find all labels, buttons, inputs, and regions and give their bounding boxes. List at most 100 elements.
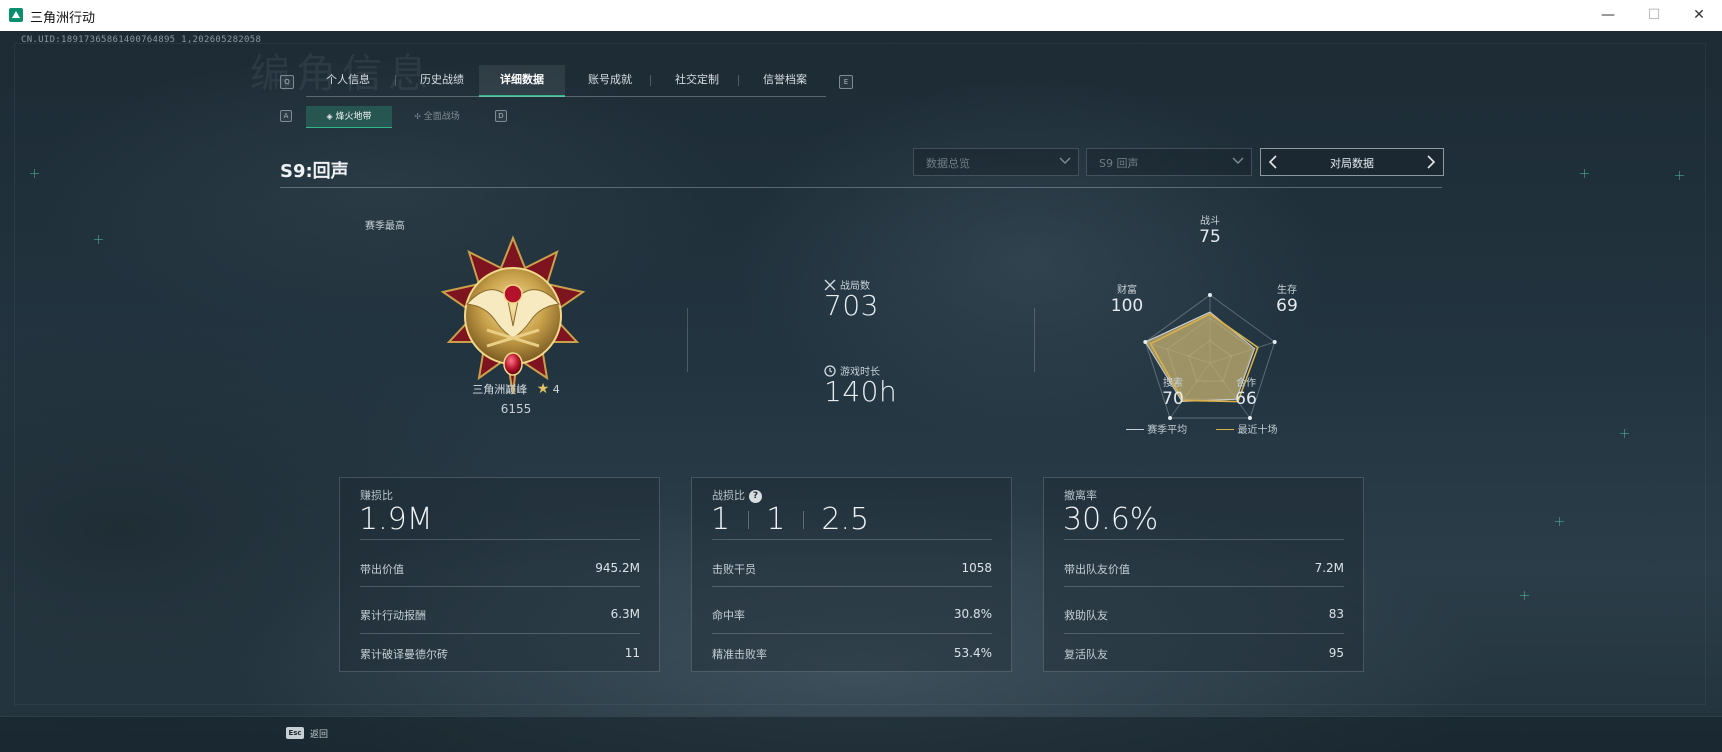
rank-name: 三角洲巅峰 bbox=[472, 383, 528, 396]
data-scope-dropdown[interactable]: 数据总览 bbox=[913, 148, 1079, 176]
row-value: 1058 bbox=[961, 561, 992, 575]
subtab-flame-zone[interactable]: ◈ 烽火地带 bbox=[306, 106, 392, 128]
tab-match-history[interactable]: 历史战绩 bbox=[400, 65, 484, 95]
card-divider bbox=[360, 633, 640, 634]
close-button[interactable]: ✕ bbox=[1676, 0, 1722, 31]
radar-axis-value: 75 bbox=[1199, 227, 1221, 247]
dropdown-value: 数据总览 bbox=[926, 157, 970, 170]
card-divider bbox=[360, 586, 640, 587]
card-label: 战损比 bbox=[712, 489, 745, 502]
tab-personal-info[interactable]: 个人信息 bbox=[306, 65, 390, 95]
header-divider bbox=[280, 187, 1442, 188]
legend-season-swatch bbox=[1126, 429, 1144, 430]
card-value: 30.6% bbox=[1063, 502, 1159, 537]
chevron-down-icon bbox=[1232, 157, 1244, 164]
card-divider bbox=[360, 539, 640, 540]
radar-axis-cooperation: 合作 66 bbox=[1226, 374, 1266, 409]
match-data-switcher: 对局数据 bbox=[1260, 148, 1444, 176]
footer-bar: Esc 返回 bbox=[0, 716, 1722, 752]
radar-axis-wealth: 财富 100 bbox=[1107, 281, 1147, 316]
radar-vertex-dot bbox=[1247, 416, 1252, 421]
row-value: 30.8% bbox=[953, 607, 992, 621]
key-hint-d: D bbox=[495, 110, 507, 122]
row-value: 53.4% bbox=[953, 646, 992, 660]
minimize-button[interactable]: — bbox=[1585, 0, 1631, 31]
radar-axis-value: 66 bbox=[1235, 389, 1257, 409]
row-label: 复活队友 bbox=[1064, 648, 1108, 661]
rank-info: 三角洲巅峰 ★ 4 bbox=[454, 381, 578, 397]
row-label: 带出队友价值 bbox=[1064, 563, 1130, 576]
card-value: 1.9M bbox=[359, 502, 433, 537]
radar-axis-label: 财富 bbox=[1117, 285, 1137, 296]
kd-value: 2.5 bbox=[821, 502, 870, 537]
divider bbox=[1034, 308, 1035, 372]
row-value: 945.2M bbox=[595, 561, 640, 575]
season-title: S9:回声 bbox=[280, 161, 349, 182]
radar-axis-label: 战斗 bbox=[1200, 216, 1220, 227]
crosshair-icon bbox=[1580, 169, 1589, 178]
row-label: 带出价值 bbox=[360, 563, 404, 576]
app-logo-icon bbox=[9, 8, 23, 22]
row-label: 救助队友 bbox=[1064, 609, 1108, 622]
radar-legend: 赛季平均 最近十场 bbox=[1126, 421, 1278, 436]
kd-values: 1 1 2.5 bbox=[711, 502, 869, 537]
game-window: 三角洲行动 — ☐ ✕ CN.UID:18917365861400764895 … bbox=[0, 0, 1722, 752]
tab-reputation[interactable]: 信誉档案 bbox=[742, 65, 828, 95]
row-value: 6.3M bbox=[610, 607, 640, 621]
esc-key-hint[interactable]: Esc bbox=[286, 727, 304, 739]
subtab-battlefield[interactable]: ✢ 全面战场 bbox=[394, 106, 480, 127]
row-label: 击败干员 bbox=[712, 563, 756, 576]
row-value: 7.2M bbox=[1314, 561, 1344, 575]
row-label: 命中率 bbox=[712, 609, 745, 622]
tab-detailed-data[interactable]: 详细数据 bbox=[479, 65, 565, 97]
divider bbox=[687, 308, 688, 372]
row-label: 精准击败率 bbox=[712, 648, 767, 661]
star-icon: ★ bbox=[536, 381, 550, 397]
row-value: 95 bbox=[1328, 646, 1344, 660]
tab-underline bbox=[306, 96, 826, 97]
radar-axis-value: 100 bbox=[1110, 296, 1144, 316]
subtab-label: 全面战场 bbox=[423, 112, 460, 122]
tab-achievements[interactable]: 账号成就 bbox=[567, 65, 653, 95]
tab-divider bbox=[650, 75, 651, 86]
tab-divider bbox=[395, 75, 396, 86]
radar-axis-label: 合作 bbox=[1236, 378, 1256, 389]
radar-vertex-dot bbox=[1272, 339, 1277, 344]
back-button[interactable]: 返回 bbox=[310, 727, 328, 740]
card-divider bbox=[1064, 539, 1344, 540]
maximize-button[interactable]: ☐ bbox=[1631, 0, 1677, 31]
user-uid: CN.UID:18917365861400764895 1,2026052820… bbox=[21, 35, 262, 45]
chevron-right-icon[interactable] bbox=[1424, 154, 1438, 170]
kd-value: 1 bbox=[766, 502, 786, 537]
row-label: 累计行动报酬 bbox=[360, 609, 426, 622]
key-hint-a: A bbox=[280, 110, 292, 122]
subtab-label: 烽火地带 bbox=[335, 112, 372, 122]
legend-recent-label: 最近十场 bbox=[1237, 425, 1278, 436]
radar-axis-value: 69 bbox=[1276, 296, 1298, 316]
crosshair-icon bbox=[1555, 517, 1564, 526]
rank-medal-icon bbox=[440, 235, 586, 395]
tab-social-custom[interactable]: 社交定制 bbox=[654, 65, 740, 95]
rank-caption: 赛季最高 bbox=[365, 221, 405, 232]
card-divider bbox=[712, 586, 992, 587]
window-title: 三角洲行动 bbox=[30, 11, 96, 26]
kd-value: 1 bbox=[711, 502, 731, 537]
radar-vertex-dot bbox=[1168, 416, 1173, 421]
crosshair-icon bbox=[1675, 171, 1684, 180]
row-label: 累计破译曼德尔砖 bbox=[360, 648, 448, 661]
rank-score: 6155 bbox=[500, 402, 532, 416]
crosshair-icon bbox=[94, 235, 103, 244]
tab-divider bbox=[738, 75, 739, 86]
rank-stars: 4 bbox=[552, 383, 560, 396]
stat-card-profit: 赚损比 1.9M 带出价值 945.2M 累计行动报酬 6.3M 累计破译曼德尔… bbox=[339, 477, 660, 672]
row-value: 11 bbox=[624, 646, 640, 660]
radar-axis-search: 搜索 70 bbox=[1153, 374, 1193, 409]
battlefield-mode-icon: ✢ bbox=[414, 112, 421, 121]
main-content: CN.UID:18917365861400764895 1,2026052820… bbox=[0, 31, 1722, 752]
chevron-down-icon bbox=[1059, 157, 1071, 164]
card-label-wrap: 战损比? bbox=[712, 487, 762, 503]
crosshair-icon bbox=[1620, 429, 1629, 438]
season-dropdown[interactable]: S9 回声 bbox=[1086, 148, 1252, 176]
kd-separator bbox=[802, 511, 804, 529]
card-divider bbox=[1064, 633, 1344, 634]
